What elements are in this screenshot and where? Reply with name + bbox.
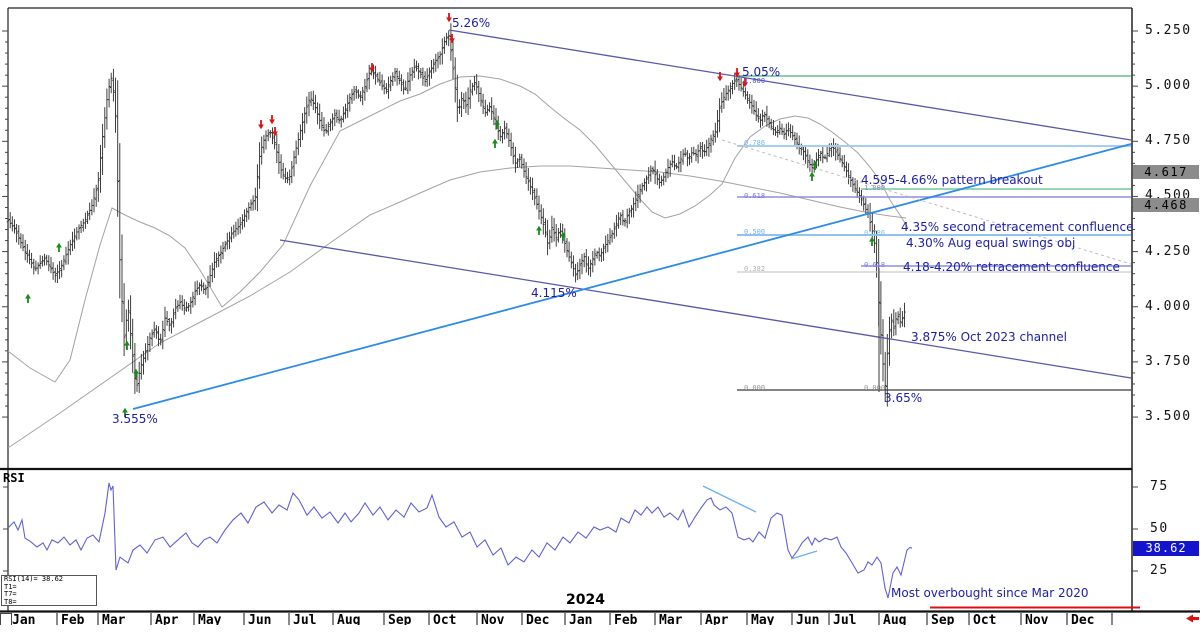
- chart-annotation[interactable]: 3.65%: [884, 391, 922, 405]
- buy-signal-arrow-icon: [124, 341, 130, 350]
- sell-signal-arrow-icon: [269, 115, 275, 124]
- chart-annotation[interactable]: 4.595-4.66% pattern breakout: [861, 173, 1043, 187]
- buy-signal-arrow-icon: [809, 172, 815, 181]
- chart-annotation[interactable]: 4.18-4.20% retracement confluence: [903, 260, 1120, 274]
- y-axis-label: 5.250: [1145, 23, 1192, 38]
- ohlc-bars: [7, 23, 906, 406]
- chart-window: 5.2505.0004.7504.5004.2504.0003.7503.500…: [0, 0, 1200, 636]
- fib-level-label: 0.786: [864, 229, 885, 237]
- chart-canvas[interactable]: [0, 0, 1200, 636]
- rsi-panel-title: RSI: [3, 471, 25, 485]
- rsi-legend-row: T8=: [4, 599, 96, 607]
- sell-signal-arrow-icon: [258, 120, 264, 129]
- rsi-value-badge: 38.62: [1133, 541, 1199, 556]
- rsi-annotation[interactable]: Most overbought since Mar 2020: [891, 586, 1089, 600]
- chart-annotation[interactable]: 4.30% Aug equal swings obj: [906, 236, 1075, 250]
- fib-level-label: 0.500: [744, 228, 765, 236]
- rsi-study-legend[interactable]: RSI(14)= 38.62 T1= T7= T8=: [1, 575, 97, 606]
- fib-level-label: 0.382: [744, 265, 765, 273]
- fib-level-label: 1.000: [744, 77, 765, 85]
- rsi-legend-row: T7=: [4, 591, 96, 599]
- price-badge: 4.617: [1133, 165, 1199, 179]
- sell-signal-arrow-icon: [369, 63, 375, 72]
- chart-annotation[interactable]: 5.26%: [452, 16, 490, 30]
- buy-signal-arrow-icon: [492, 139, 498, 148]
- fib-level-label: 0.618: [744, 192, 765, 200]
- fib-level-label: 0.000: [744, 384, 765, 392]
- rsi-line: [8, 483, 912, 598]
- chart-annotation[interactable]: 4.115%: [531, 286, 577, 300]
- rsi-axis-label: 75: [1150, 479, 1169, 494]
- y-axis-label: 3.500: [1145, 409, 1192, 424]
- y-axis-label: 4.750: [1145, 133, 1192, 148]
- fib-level-label: 1.000: [864, 184, 885, 192]
- chart-annotation[interactable]: 4.35% second retracement confluence: [901, 220, 1133, 234]
- buy-signal-arrow-icon: [25, 294, 31, 303]
- rsi-axis-label: 50: [1150, 521, 1169, 536]
- y-axis-label: 4.250: [1145, 244, 1192, 259]
- scroll-right-arrow-icon[interactable]: [1186, 615, 1199, 623]
- y-axis-label: 4.000: [1145, 299, 1192, 314]
- buy-signal-arrow-icon: [536, 226, 542, 235]
- fib-level-label: 0.618: [864, 261, 885, 269]
- rsi-axis-label: 25: [1150, 563, 1169, 578]
- fib-level-label: 0.786: [744, 139, 765, 147]
- chart-annotation[interactable]: 3.555%: [112, 412, 158, 426]
- year-label: 2024: [566, 592, 605, 608]
- y-axis-label: 3.750: [1145, 354, 1192, 369]
- fib-level-label: 0.000: [864, 384, 885, 392]
- chart-annotation[interactable]: 3.875% Oct 2023 channel: [911, 330, 1067, 344]
- rsi-legend-row: RSI(14)= 38.62: [4, 576, 96, 584]
- buy-signal-arrow-icon: [494, 120, 500, 129]
- buy-signal-arrow-icon: [133, 369, 139, 378]
- trendline[interactable]: [449, 30, 1131, 140]
- price-badge: 4.468: [1133, 198, 1199, 212]
- rsi-legend-row: T1=: [4, 584, 96, 592]
- status-bar: CQG Inc. © 2024 All rights reserved worl…: [0, 625, 1200, 636]
- buy-signal-arrow-icon: [56, 243, 62, 252]
- y-axis-label: 5.000: [1145, 78, 1192, 93]
